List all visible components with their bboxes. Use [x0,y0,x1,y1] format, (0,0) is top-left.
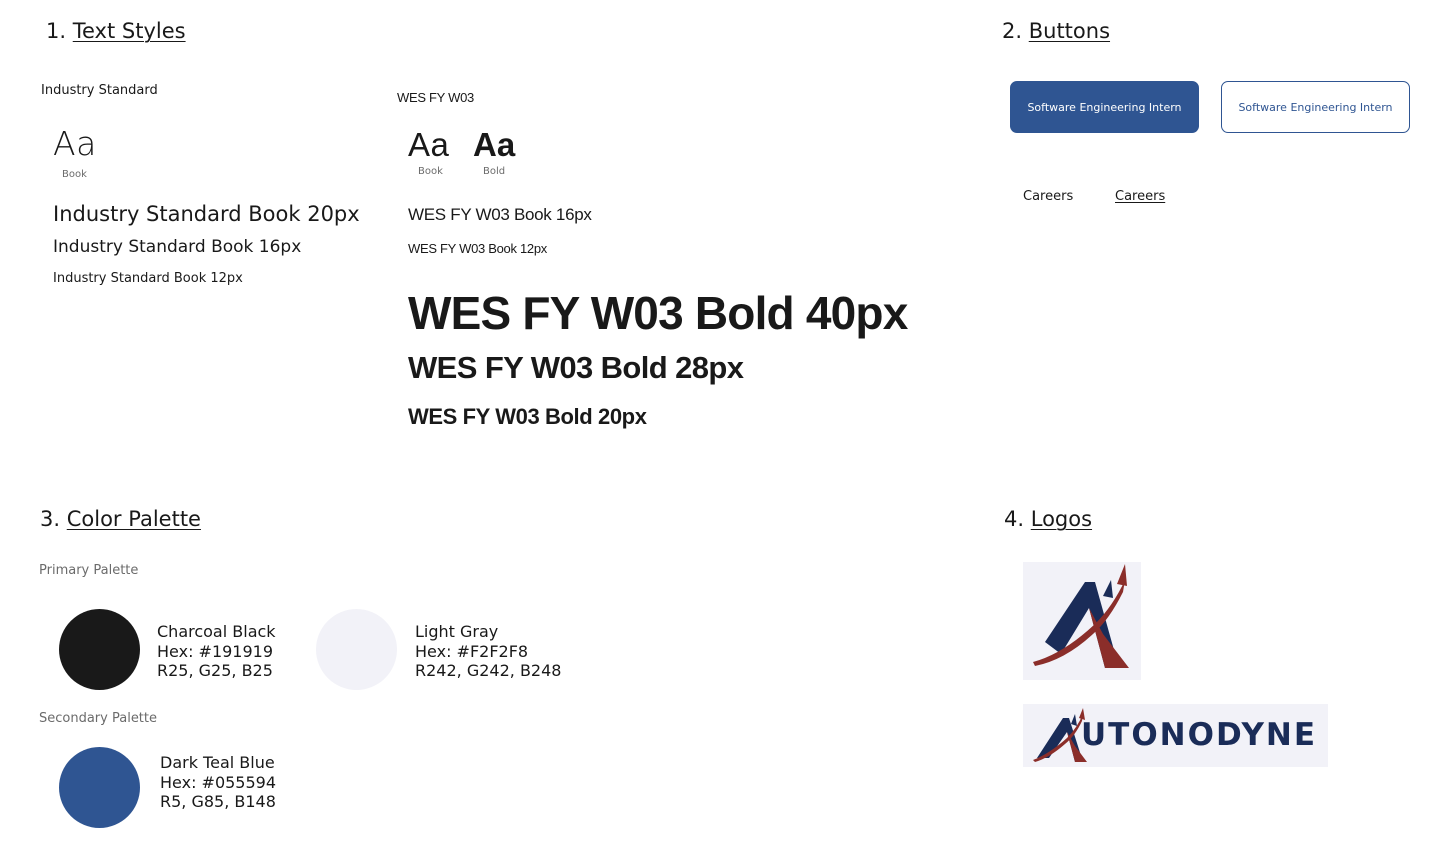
primary-button-label: Software Engineering Intern [1027,100,1182,114]
font-sample-industry-book: Aa [53,124,97,163]
careers-link[interactable]: Careers [1023,189,1073,204]
section-number: 1. [46,19,67,43]
font-name-industry: Industry Standard [41,83,158,98]
font-sample-wes-bold: Aa [473,126,516,163]
weight-label-book: Book [418,166,443,177]
color-name: Light Gray [415,622,499,641]
swatch-dark-teal-blue [59,747,140,828]
weight-label-book: Book [62,169,87,180]
type-sample-industry-20: Industry Standard Book 20px [53,202,360,226]
color-info-dark-teal-blue: Dark Teal Blue Hex: #055594 R5, G85, B14… [160,753,276,812]
section-heading-logos: 4. Logos [1004,507,1092,531]
type-sample-wes-book-12: WES FY W03 Book 12px [408,241,547,256]
color-name: Charcoal Black [157,622,276,641]
secondary-palette-label: Secondary Palette [39,711,158,726]
color-name: Dark Teal Blue [160,753,275,772]
type-sample-wes-bold-20: WES FY W03 Bold 20px [408,404,647,429]
section-title: Text Styles [72,19,186,43]
section-heading-buttons: 2. Buttons [1002,19,1110,43]
section-number: 3. [40,507,61,531]
primary-button[interactable]: Software Engineering Intern [1010,81,1199,133]
swatch-charcoal-black [59,609,140,690]
careers-link-hover[interactable]: Careers [1115,189,1165,204]
section-number: 2. [1002,19,1023,43]
weight-label-bold: Bold [483,166,506,177]
primary-palette-label: Primary Palette [39,563,139,578]
secondary-button-label: Software Engineering Intern [1238,100,1393,114]
color-info-light-gray: Light Gray Hex: #F2F2F8 R242, G242, B248 [415,622,561,681]
color-rgb: R5, G85, B148 [160,792,276,811]
section-heading-text-styles: 1. Text Styles [46,19,186,43]
section-number: 4. [1004,507,1025,531]
section-title: Logos [1030,507,1093,531]
logo-wordmark-text: UTONODYNE [1081,717,1318,753]
swatch-light-gray [316,609,397,690]
type-sample-wes-bold-40: WES FY W03 Bold 40px [408,287,908,339]
color-hex: Hex: #F2F2F8 [415,641,529,661]
section-heading-color-palette: 3. Color Palette [40,507,201,531]
color-hex: Hex: #191919 [157,641,274,661]
color-info-charcoal-black: Charcoal Black Hex: #191919 R25, G25, B2… [157,622,276,681]
color-rgb: R25, G25, B25 [157,661,273,680]
logo-wordmark: UTONODYNE [1023,704,1328,767]
type-sample-wes-bold-28: WES FY W03 Bold 28px [408,350,744,385]
color-hex: Hex: #055594 [160,772,277,792]
font-name-wes: WES FY W03 [397,90,474,105]
type-sample-industry-16: Industry Standard Book 16px [53,237,302,257]
section-title: Buttons [1028,19,1111,43]
type-sample-wes-book-16: WES FY W03 Book 16px [408,205,592,224]
type-sample-industry-12: Industry Standard Book 12px [53,271,243,286]
logo-mark [1023,562,1141,680]
secondary-button[interactable]: Software Engineering Intern [1221,81,1410,133]
autonodyne-a-icon [1033,564,1129,668]
section-title: Color Palette [66,507,201,531]
font-sample-wes-book: Aa [408,126,450,163]
color-rgb: R242, G242, B248 [415,661,562,680]
